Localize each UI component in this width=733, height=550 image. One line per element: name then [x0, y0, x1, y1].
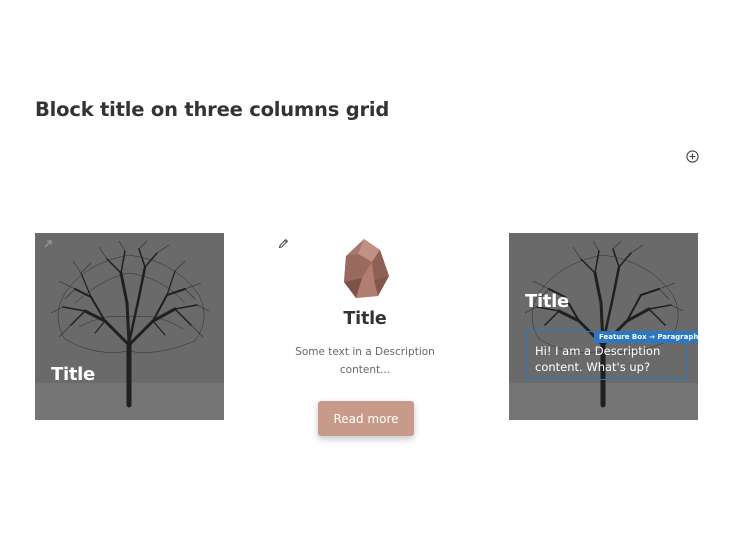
gem-icon	[344, 239, 389, 298]
card-description[interactable]: Hi! I am a Description content. What's u…	[535, 343, 685, 375]
image-overlay	[509, 233, 698, 420]
page: Block title on three columns grid Title …	[0, 0, 733, 550]
block-heading: Block title on three columns grid	[35, 98, 390, 121]
plus-circle-icon[interactable]	[686, 150, 699, 163]
link-icon	[44, 240, 52, 248]
card-title: Title	[51, 364, 95, 385]
pencil-icon[interactable]	[278, 238, 289, 249]
selection-tag[interactable]: Feature Box → Paragraph	[594, 331, 698, 343]
feature-title: Title	[343, 309, 387, 329]
card-title: Title	[525, 291, 569, 312]
image-overlay	[35, 233, 224, 420]
feature-description: Some text in a Description content...	[295, 346, 435, 376]
image-card-left[interactable]: Title	[35, 233, 224, 420]
image-card-right[interactable]: Title Feature Box → Paragraph Hi! I am a…	[509, 233, 698, 420]
read-more-button[interactable]: Read more	[318, 401, 414, 436]
